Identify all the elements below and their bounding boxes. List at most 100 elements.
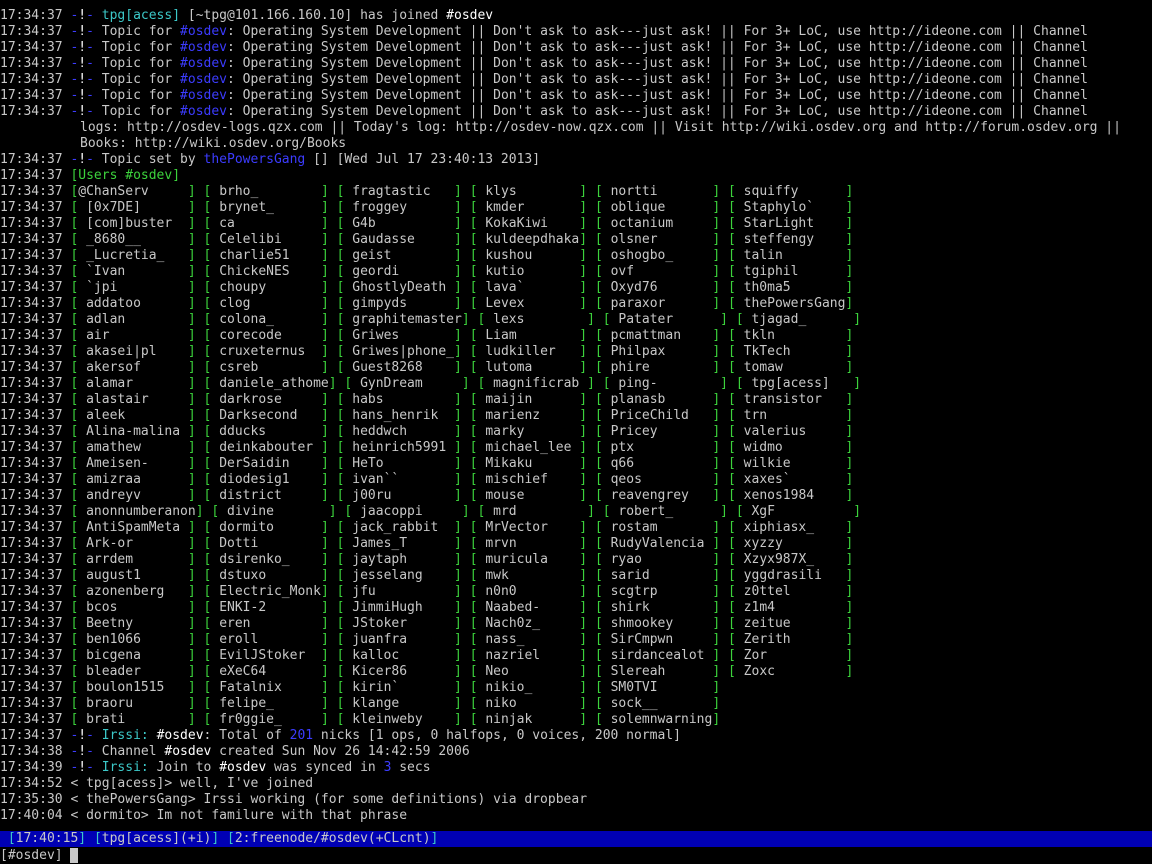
user-nick[interactable]: kmder xyxy=(485,200,524,215)
user-nick[interactable]: olsner xyxy=(611,232,658,247)
user-nick[interactable]: klys xyxy=(485,184,516,199)
user-nick[interactable]: brho_ xyxy=(219,184,258,199)
user-nick[interactable]: xenos1984 xyxy=(744,488,814,503)
user-nick[interactable]: adlan xyxy=(86,312,125,327)
user-nick[interactable]: Celelibi xyxy=(219,232,282,247)
user-nick[interactable]: GynDream xyxy=(360,376,423,391)
user-nick[interactable]: heinrich5991 xyxy=(352,440,446,455)
user-nick[interactable]: sarid xyxy=(611,568,650,583)
user-nick[interactable]: klange xyxy=(352,696,399,711)
user-nick[interactable]: Nach0z_ xyxy=(485,616,540,631)
user-nick[interactable]: solemnwarning xyxy=(611,712,713,727)
user-nick[interactable]: Zor xyxy=(744,648,767,663)
message-nick[interactable]: tpg[acess] xyxy=(86,776,164,791)
user-nick[interactable]: gimpyds xyxy=(352,296,407,311)
user-nick[interactable]: rostam xyxy=(611,520,658,535)
user-nick[interactable]: qeos xyxy=(611,472,642,487)
user-nick[interactable]: trn xyxy=(744,408,767,423)
user-nick[interactable]: kuldeepdhaka xyxy=(485,232,579,247)
user-nick[interactable]: phire xyxy=(611,360,650,375)
join-nick[interactable]: tpg[acess] xyxy=(102,8,180,23)
user-nick[interactable]: lutoma xyxy=(485,360,532,375)
user-nick[interactable]: dsirenko_ xyxy=(219,552,289,567)
user-nick[interactable]: addatoo xyxy=(86,296,141,311)
topic-channel[interactable]: #osdev xyxy=(180,72,227,87)
user-nick[interactable]: PriceChild xyxy=(611,408,689,423)
user-nick[interactable]: jaytaph xyxy=(352,552,407,567)
user-nick[interactable]: Pricey xyxy=(611,424,658,439)
user-nick[interactable]: pcmattman xyxy=(611,328,681,343)
user-nick[interactable]: @ChanServ xyxy=(78,184,148,199)
user-nick[interactable]: juanfra xyxy=(352,632,407,647)
user-nick[interactable]: kirin` xyxy=(352,680,399,695)
user-nick[interactable]: lava` xyxy=(485,280,524,295)
user-nick[interactable]: zeitue xyxy=(744,616,791,631)
user-nick[interactable]: sirdancealot xyxy=(611,648,705,663)
user-nick[interactable]: TkTech xyxy=(744,344,791,359)
user-nick[interactable]: Guest8268 xyxy=(352,360,422,375)
user-nick[interactable]: StarLight xyxy=(744,216,814,231)
user-nick[interactable]: Slereah xyxy=(611,664,666,679)
user-nick[interactable]: JStoker xyxy=(352,616,407,631)
user-nick[interactable]: ovf xyxy=(611,264,634,279)
user-nick[interactable]: `jpi xyxy=(86,280,117,295)
user-nick[interactable]: kleinweby xyxy=(352,712,422,727)
user-nick[interactable]: z1m4 xyxy=(744,600,775,615)
user-nick[interactable]: felipe_ xyxy=(219,696,274,711)
user-nick[interactable]: Griwes xyxy=(352,328,399,343)
user-nick[interactable]: EvilJStoker xyxy=(219,648,305,663)
user-nick[interactable]: brati xyxy=(86,712,125,727)
user-nick[interactable]: charlie51 xyxy=(219,248,289,263)
user-nick[interactable]: oblique xyxy=(611,200,666,215)
user-nick[interactable]: ben1066 xyxy=(86,632,141,647)
user-nick[interactable]: Levex xyxy=(485,296,524,311)
user-nick[interactable]: bicgena xyxy=(86,648,141,663)
user-nick[interactable]: ca xyxy=(219,216,235,231)
user-nick[interactable]: maijin xyxy=(485,392,532,407)
user-nick[interactable]: Electric_Monk xyxy=(219,584,321,599)
user-nick[interactable]: mrd xyxy=(493,504,516,519)
user-nick[interactable]: choupy xyxy=(219,280,266,295)
user-nick[interactable]: clog xyxy=(219,296,250,311)
user-nick[interactable]: Kicer86 xyxy=(352,664,407,679)
user-nick[interactable]: steffengy xyxy=(744,232,814,247)
user-nick[interactable]: shirk xyxy=(611,600,650,615)
user-nick[interactable]: Beetny xyxy=(86,616,133,631)
user-nick[interactable]: muricula xyxy=(485,552,548,567)
user-nick[interactable]: MrVector xyxy=(485,520,548,535)
user-nick[interactable]: dstuxo xyxy=(219,568,266,583)
user-nick[interactable]: csreb xyxy=(219,360,258,375)
join-channel[interactable]: #osdev xyxy=(446,8,493,23)
user-nick[interactable]: jfu xyxy=(352,584,375,599)
user-nick[interactable]: G4b xyxy=(352,216,375,231)
user-nick[interactable]: tgiphil xyxy=(744,264,799,279)
user-nick[interactable]: hans_henrik xyxy=(352,408,438,423)
user-nick[interactable]: z0ttel xyxy=(744,584,791,599)
user-nick[interactable]: robert_ xyxy=(618,504,673,519)
user-nick[interactable]: Oxyd76 xyxy=(611,280,658,295)
user-nick[interactable]: Zerith xyxy=(744,632,791,647)
topic-channel[interactable]: #osdev xyxy=(180,88,227,103)
user-nick[interactable]: alastair xyxy=(86,392,149,407)
user-nick[interactable]: XgF xyxy=(751,504,774,519)
user-nick[interactable]: diodesig1 xyxy=(219,472,289,487)
message-nick[interactable]: thePowersGang xyxy=(86,792,188,807)
user-nick[interactable]: amathew xyxy=(86,440,141,455)
user-nick[interactable]: SirCmpwn xyxy=(611,632,674,647)
user-nick[interactable]: cruxeternus xyxy=(219,344,305,359)
user-nick[interactable]: mwk xyxy=(485,568,508,583)
user-nick[interactable]: nortti xyxy=(611,184,658,199)
user-nick[interactable]: district xyxy=(219,488,282,503)
user-nick[interactable]: ptx xyxy=(611,440,634,455)
user-nick[interactable]: alamar xyxy=(86,376,133,391)
user-nick[interactable]: HeTo xyxy=(352,456,383,471)
user-nick[interactable]: fragtastic xyxy=(352,184,430,199)
user-nick[interactable]: JimmiHugh xyxy=(352,600,422,615)
user-nick[interactable]: Ameisen- xyxy=(86,456,149,471)
input-line[interactable]: [#osdev] xyxy=(0,848,1152,864)
user-nick[interactable]: michael_lee xyxy=(485,440,571,455)
user-nick[interactable]: nass_ xyxy=(485,632,524,647)
user-nick[interactable]: KokaKiwi xyxy=(485,216,548,231)
user-nick[interactable]: scgtrp xyxy=(611,584,658,599)
user-nick[interactable]: ninjak xyxy=(485,712,532,727)
